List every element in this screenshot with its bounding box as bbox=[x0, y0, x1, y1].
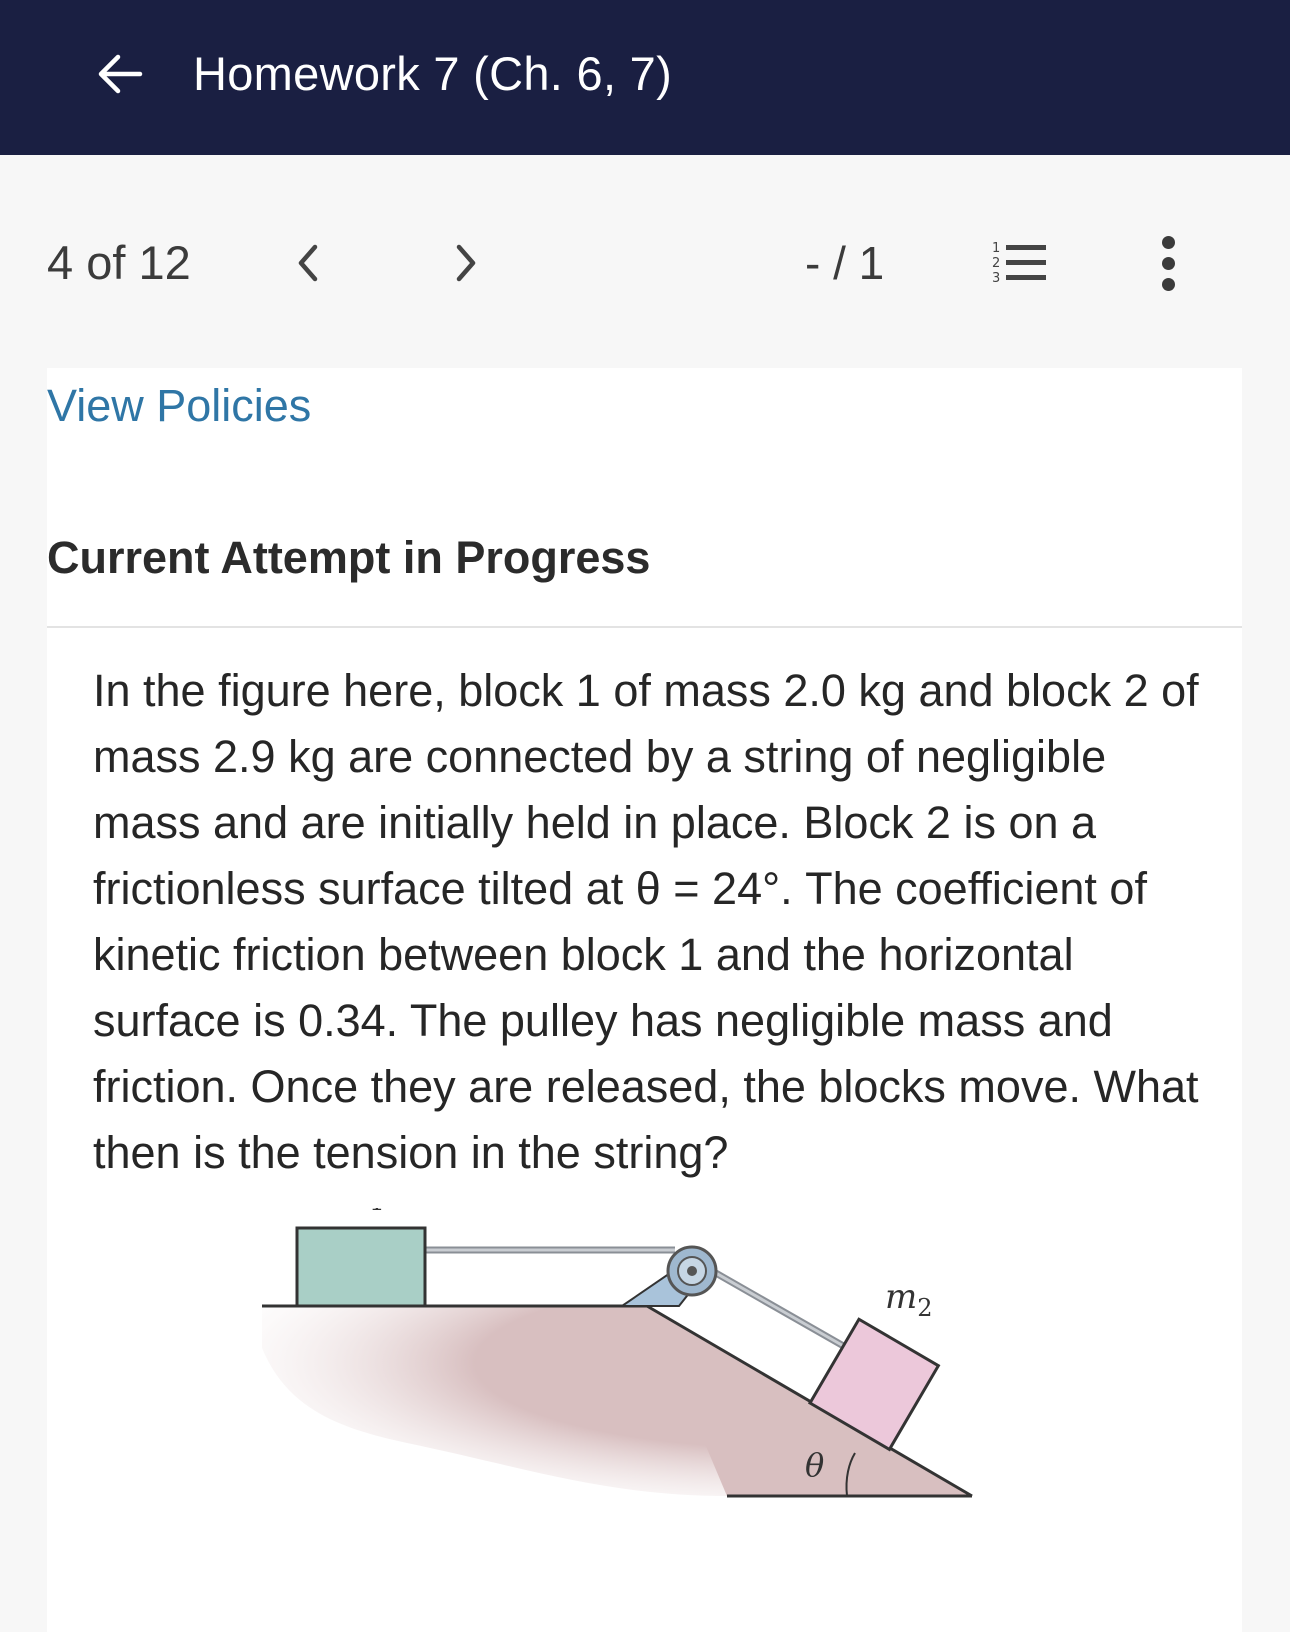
block-1-label: m1 bbox=[337, 1208, 385, 1216]
question-list-button[interactable]: 1 2 3 bbox=[990, 235, 1054, 291]
question-score: - / 1 bbox=[805, 237, 885, 289]
svg-text:1: 1 bbox=[992, 241, 1000, 256]
block-2-label: m2 bbox=[885, 1277, 933, 1322]
question-card: View Policies Current Attempt in Progres… bbox=[47, 368, 1242, 1632]
next-question-button[interactable] bbox=[438, 235, 494, 291]
physics-figure: m1 m2 θ bbox=[262, 1208, 973, 1498]
angle-label: θ bbox=[805, 1446, 824, 1484]
view-policies-link[interactable]: View Policies bbox=[47, 380, 311, 432]
question-nav: 4 of 12 - / 1 1 2 3 bbox=[0, 220, 1290, 306]
arrow-left-icon bbox=[98, 54, 143, 94]
svg-text:3: 3 bbox=[992, 271, 1000, 286]
numbered-list-icon: 1 2 3 bbox=[992, 241, 1046, 286]
top-bar: Homework 7 (Ch. 6, 7) bbox=[0, 0, 1290, 155]
chevron-right-icon bbox=[456, 244, 476, 282]
block-1 bbox=[295, 1226, 427, 1308]
svg-text:2: 2 bbox=[992, 256, 1000, 271]
question-text: In the figure here, block 1 of mass 2.0 … bbox=[93, 665, 1199, 1178]
question-counter: 4 of 12 bbox=[47, 236, 191, 289]
divider bbox=[47, 626, 1242, 628]
attempt-heading: Current Attempt in Progress bbox=[47, 532, 651, 583]
more-options-button[interactable] bbox=[1148, 235, 1188, 291]
previous-question-button[interactable] bbox=[280, 235, 336, 291]
chevron-left-icon bbox=[298, 244, 318, 282]
page-title: Homework 7 (Ch. 6, 7) bbox=[193, 47, 673, 100]
more-vertical-icon bbox=[1161, 235, 1175, 249]
back-button[interactable] bbox=[88, 42, 152, 106]
